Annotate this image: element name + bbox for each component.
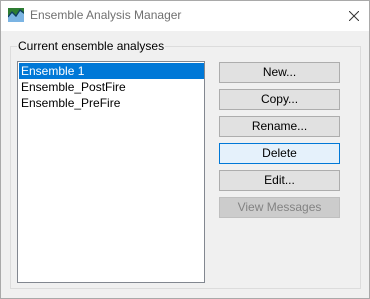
ensemble-analysis-manager-window: Ensemble Analysis Manager Current ensemb… bbox=[0, 0, 370, 299]
title-bar[interactable]: Ensemble Analysis Manager bbox=[1, 1, 369, 31]
close-icon bbox=[349, 11, 359, 21]
close-button[interactable] bbox=[339, 1, 369, 31]
edit-button[interactable]: Edit... bbox=[219, 170, 340, 191]
copy-button[interactable]: Copy... bbox=[219, 89, 340, 110]
ensemble-analyses-list[interactable]: Ensemble 1 Ensemble_PostFire Ensemble_Pr… bbox=[17, 61, 205, 283]
list-item[interactable]: Ensemble_PreFire bbox=[19, 95, 204, 111]
window-title: Ensemble Analysis Manager bbox=[30, 8, 182, 22]
new-button[interactable]: New... bbox=[219, 62, 340, 83]
view-messages-button: View Messages bbox=[219, 197, 340, 218]
delete-button[interactable]: Delete bbox=[219, 143, 340, 164]
ensemble-app-icon bbox=[7, 8, 25, 22]
rename-button[interactable]: Rename... bbox=[219, 116, 340, 137]
group-legend: Current ensemble analyses bbox=[17, 39, 166, 53]
list-item[interactable]: Ensemble_PostFire bbox=[19, 79, 204, 95]
list-item[interactable]: Ensemble 1 bbox=[19, 63, 204, 79]
